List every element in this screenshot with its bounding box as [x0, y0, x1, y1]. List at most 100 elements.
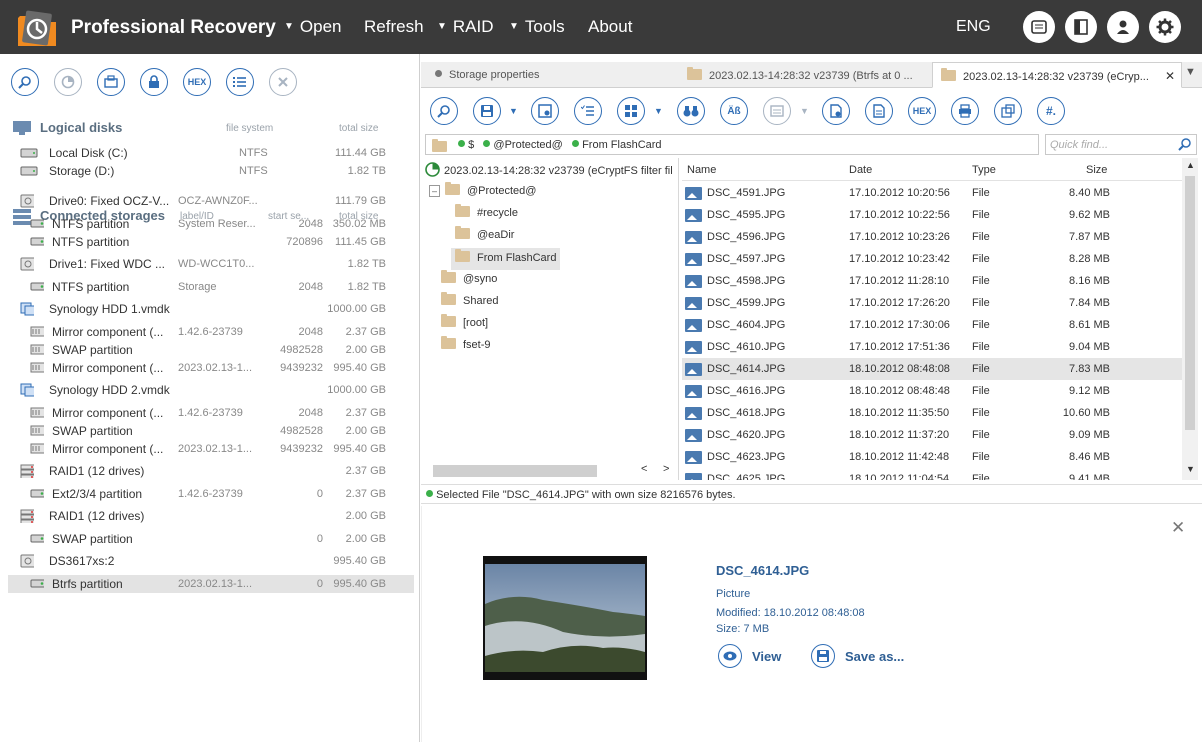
tab-storage-properties[interactable]: Storage properties [435, 62, 675, 88]
tree-item[interactable]: @eaDir [455, 226, 514, 248]
menu-about[interactable]: About [588, 17, 632, 37]
panel-toggle-icon[interactable] [1065, 11, 1097, 43]
storage-row[interactable]: Synology HDD 1.vmdk 1000.00 GB [8, 300, 414, 318]
language-selector[interactable]: ENG [956, 18, 991, 36]
file-row[interactable]: DSC_4625.JPG 18.10.2012 11:04:54 File 9.41 … [682, 468, 1182, 480]
file-row[interactable]: DSC_4595.JPG 17.10.2012 10:22:56 File 9.62 … [682, 204, 1182, 226]
menu-refresh[interactable]: Refresh [364, 17, 424, 37]
partition-row[interactable]: SWAP partition 4982528 2.00 GB [8, 422, 414, 440]
logical-disk-row[interactable]: Local Disk (C:) NTFS 111.44 GB [8, 144, 414, 162]
tab-close-icon[interactable]: ✕ [1165, 69, 1175, 83]
image-thumbnail[interactable] [483, 556, 647, 680]
save-as-button[interactable]: Save as... [811, 644, 904, 668]
partition-row[interactable]: Mirror component (... 1.42.6-23739 2048 2.3… [8, 323, 414, 341]
menu-open[interactable]: ▼ Open [284, 17, 342, 37]
file-row[interactable]: DSC_4597.JPG 17.10.2012 10:23:42 File 8.28 … [682, 248, 1182, 270]
list-properties-icon[interactable] [226, 68, 254, 96]
partition-row[interactable]: SWAP partition 4982528 2.00 GB [8, 341, 414, 359]
partition-row[interactable]: NTFS partition Storage 2048 1.82 TB [8, 278, 414, 296]
view-dropdown-icon[interactable]: ▼ [654, 106, 663, 116]
column-size-header[interactable]: Size [1086, 164, 1107, 176]
monitor-icon [13, 121, 31, 135]
save-icon[interactable] [473, 97, 501, 125]
breadcrumb-item[interactable]: From FlashCard [582, 139, 661, 151]
breadcrumb-item[interactable]: @Protected@ [493, 139, 562, 151]
tab-btrfs[interactable]: 2023.02.13-14:28:32 v23739 (Btrfs at 0 .… [687, 62, 929, 88]
tree-item[interactable]: @syno [441, 270, 497, 292]
file-row[interactable]: DSC_4623.JPG 18.10.2012 11:42:48 File 8.46 … [682, 446, 1182, 468]
tree-item[interactable]: [root] [441, 314, 488, 336]
partition-row[interactable]: Mirror component (... 2023.02.13-1... 9439… [8, 359, 414, 377]
search-icon[interactable] [430, 97, 458, 125]
file-row[interactable]: DSC_4596.JPG 17.10.2012 10:23:26 File 7.87 … [682, 226, 1182, 248]
file-row[interactable]: DSC_4614.JPG 18.10.2012 08:48:08 File 7.83 … [682, 358, 1182, 380]
file-row[interactable]: DSC_4599.JPG 17.10.2012 17:26:20 File 7.84 … [682, 292, 1182, 314]
search-icon[interactable] [1174, 135, 1196, 154]
tree-item[interactable]: – @Protected@ [429, 182, 536, 204]
text-encoding-icon[interactable]: Äß [720, 97, 748, 125]
file-row[interactable]: DSC_4604.JPG 17.10.2012 17:30:06 File 8.61 … [682, 314, 1182, 336]
hex-editor-icon[interactable]: HEX [183, 68, 211, 96]
storage-row[interactable]: Synology HDD 2.vmdk 1000.00 GB [8, 381, 414, 399]
partition-row[interactable]: NTFS partition 720896 111.45 GB [8, 233, 414, 251]
binoculars-icon[interactable] [677, 97, 705, 125]
partition-row[interactable]: Mirror component (... 2023.02.13-1... 9439… [8, 440, 414, 458]
file-info-icon[interactable] [865, 97, 893, 125]
print-icon[interactable] [951, 97, 979, 125]
horizontal-scrollbar[interactable] [433, 465, 597, 477]
breadcrumb-item[interactable]: $ [468, 139, 474, 151]
close-preview-icon[interactable]: ✕ [1171, 518, 1185, 538]
tree-item-selected[interactable]: From FlashCard [451, 248, 561, 270]
tree-item[interactable]: #recycle [455, 204, 518, 226]
save-settings-icon[interactable] [531, 97, 559, 125]
partition-row[interactable]: Btrfs partition 2023.02.13-1... 0 995.40 GB [8, 575, 414, 593]
tree-item[interactable]: fset-9 [441, 336, 491, 358]
view-button[interactable]: View [718, 644, 781, 668]
storage-row[interactable]: DS3617xs:2 995.40 GB [8, 552, 414, 570]
mount-image-icon[interactable] [97, 68, 125, 96]
tree-root[interactable]: 2023.02.13-14:28:32 v23739 (eCryptFS fil… [425, 162, 673, 182]
column-type-header[interactable]: Type [972, 164, 996, 176]
file-row[interactable]: DSC_4616.JPG 18.10.2012 08:48:48 File 9.12 … [682, 380, 1182, 402]
file-size: 8.61 MB [1069, 319, 1110, 331]
partition-row[interactable]: Mirror component (... 1.42.6-23739 2048 2.3… [8, 404, 414, 422]
storage-row[interactable]: Drive0: Fixed OCZ-V... OCZ-AWNZ0F... 111.7… [8, 192, 414, 210]
lock-icon[interactable] [140, 68, 168, 96]
file-row[interactable]: DSC_4618.JPG 18.10.2012 11:35:50 File 10.60… [682, 402, 1182, 424]
partition-row[interactable]: SWAP partition 0 2.00 GB [8, 530, 414, 548]
view-mode-icon[interactable] [617, 97, 645, 125]
settings-gear-icon[interactable] [1149, 11, 1181, 43]
tab-ecryptfs[interactable]: 2023.02.13-14:28:32 v23739 (eCryp... ✕ [932, 62, 1182, 88]
partition-row[interactable]: Ext2/3/4 partition 1.42.6-23739 0 2.37 GB [8, 485, 414, 503]
checklist-icon[interactable] [574, 97, 602, 125]
tabs-dropdown-icon[interactable]: ▼ [1185, 62, 1199, 88]
menu-raid[interactable]: ▼ RAID [437, 17, 494, 37]
hash-icon[interactable]: #. [1037, 97, 1065, 125]
storage-row[interactable]: RAID1 (12 drives) 2.00 GB [8, 507, 414, 525]
file-row[interactable]: DSC_4620.JPG 18.10.2012 11:37:20 File 9.09 … [682, 424, 1182, 446]
quick-find-input[interactable]: Quick find... [1045, 134, 1197, 155]
breadcrumb[interactable]: $ @Protected@ From FlashCard [425, 134, 1039, 155]
save-dropdown-icon[interactable]: ▼ [509, 106, 518, 116]
user-icon[interactable] [1107, 11, 1139, 43]
column-date-header[interactable]: Date [849, 164, 872, 176]
scroll-right-icon[interactable]: > [663, 463, 669, 475]
file-row[interactable]: DSC_4598.JPG 17.10.2012 11:28:10 File 8.16 … [682, 270, 1182, 292]
partition-row[interactable]: NTFS partition System Reser... 2048 350.02 … [8, 215, 414, 233]
file-settings-icon[interactable] [822, 97, 850, 125]
tree-item[interactable]: Shared [441, 292, 498, 314]
search-tool-icon[interactable] [11, 68, 39, 96]
export-icon[interactable] [994, 97, 1022, 125]
log-icon[interactable] [1023, 11, 1055, 43]
menu-tools[interactable]: ▼ Tools [509, 17, 565, 37]
vertical-scrollbar[interactable]: ▲ ▼ [1182, 158, 1198, 480]
storage-row[interactable]: Drive1: Fixed WDC ... WD-WCC1T0... 1.82 TB [8, 255, 414, 273]
scroll-left-icon[interactable]: < [641, 463, 647, 475]
logical-disk-row[interactable]: Storage (D:) NTFS 1.82 TB [8, 162, 414, 180]
hex-view-icon[interactable]: HEX [908, 97, 936, 125]
file-row[interactable]: DSC_4610.JPG 17.10.2012 17:51:36 File 9.04 … [682, 336, 1182, 358]
column-name-header[interactable]: Name [687, 164, 716, 176]
storage-row[interactable]: RAID1 (12 drives) 2.37 GB [8, 462, 414, 480]
file-row[interactable]: DSC_4591.JPG 17.10.2012 10:20:56 File 8.40 … [682, 182, 1182, 204]
collapse-icon[interactable]: – [429, 185, 441, 197]
